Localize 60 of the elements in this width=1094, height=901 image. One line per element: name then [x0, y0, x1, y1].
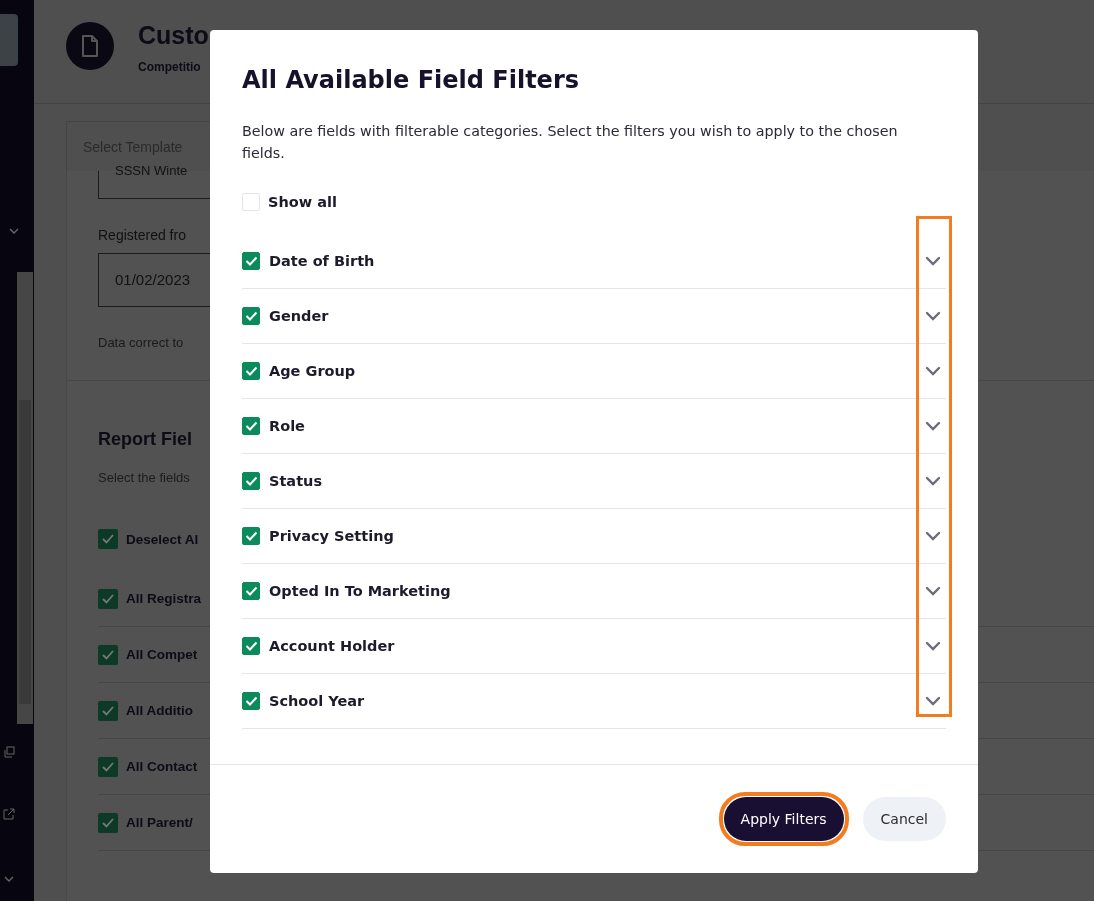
chevron-down-icon[interactable]: [925, 586, 941, 596]
checkmark-icon: [102, 761, 114, 772]
checkmark-icon: [102, 705, 114, 716]
external-link-icon[interactable]: [3, 808, 15, 820]
checkmark-icon: [102, 534, 114, 544]
cancel-button[interactable]: Cancel: [862, 797, 946, 841]
checkbox[interactable]: [242, 252, 260, 270]
checkmark-icon: [102, 593, 114, 604]
checkbox[interactable]: [242, 417, 260, 435]
chevron-down-icon[interactable]: [925, 366, 941, 376]
field-label: Registered fro: [98, 227, 186, 243]
checkbox[interactable]: [242, 692, 260, 710]
checkbox-label: Show all: [268, 194, 337, 210]
apply-button[interactable]: Apply Filters: [723, 797, 844, 841]
filter-label: Role: [269, 418, 305, 434]
field-option-label: All Contact: [126, 759, 198, 774]
checkbox[interactable]: [242, 527, 260, 545]
chevron-down-icon[interactable]: [4, 876, 14, 882]
chevron-down-icon[interactable]: [925, 256, 941, 266]
chevron-down-icon[interactable]: [925, 421, 941, 431]
checkbox[interactable]: [242, 637, 260, 655]
field-option-label: All Additio: [126, 703, 193, 718]
chevron-down-icon[interactable]: [925, 476, 941, 486]
checkbox[interactable]: [242, 362, 260, 380]
copy-icon[interactable]: [3, 746, 15, 758]
checkbox[interactable]: [98, 644, 118, 665]
filter-label: Account Holder: [269, 638, 395, 654]
filter-label: Age Group: [269, 363, 356, 379]
page-subtitle: Competitio: [138, 60, 202, 74]
field-option-label: All Compet: [126, 647, 198, 662]
filter-label: Opted In To Marketing: [269, 583, 451, 599]
field-option-label: All Registra: [126, 591, 202, 606]
dialog-description: Below are fields with filterable categories. Select the filters you wish to apply to the chosen fields.: [242, 122, 899, 163]
chevron-down-icon[interactable]: [925, 531, 941, 541]
chevron-down-icon[interactable]: [925, 641, 941, 651]
checkbox[interactable]: [98, 529, 118, 549]
filter-label: Date of Birth: [269, 253, 375, 269]
checkbox[interactable]: [242, 472, 260, 490]
chevron-down-icon[interactable]: [9, 228, 19, 234]
checkbox[interactable]: [242, 582, 260, 600]
dialog-title: All Available Field Filters: [242, 66, 580, 94]
checkbox[interactable]: [98, 588, 118, 609]
section-heading: Report Fiel: [98, 429, 192, 450]
filter-label: Gender: [269, 308, 329, 324]
page-title: Custo: [138, 22, 209, 48]
field-option-label: All Parent/: [126, 815, 193, 830]
checkbox[interactable]: [98, 812, 118, 833]
scrollbar[interactable]: [17, 272, 33, 724]
checkmark-icon: [102, 649, 114, 660]
checkbox[interactable]: [98, 756, 118, 777]
chevron-down-icon[interactable]: [925, 696, 941, 706]
checkmark-icon: [102, 817, 114, 828]
filter-label: Privacy Setting: [269, 528, 394, 544]
filter-label: Status: [269, 473, 323, 489]
field-option-label: Deselect Al: [126, 531, 199, 547]
checkbox[interactable]: [98, 700, 118, 721]
filter-label: School Year: [269, 693, 365, 709]
chevron-down-icon[interactable]: [925, 311, 941, 321]
checkbox[interactable]: [242, 307, 260, 325]
document-icon: [66, 22, 114, 70]
